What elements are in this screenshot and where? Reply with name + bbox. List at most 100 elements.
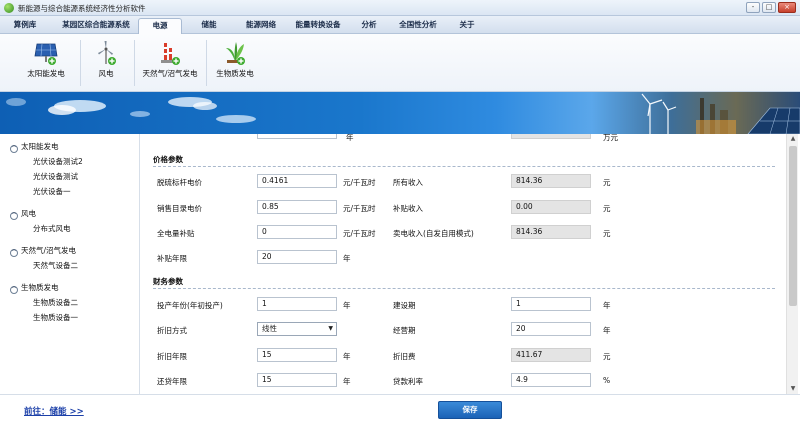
collapse-toggle-icon[interactable]: ^ bbox=[10, 145, 18, 153]
depr-years-unit: 年 bbox=[343, 352, 351, 361]
tree-item-pv-device1[interactable]: 光伏设备一 bbox=[33, 186, 71, 197]
depr-method-label: 折旧方式 bbox=[157, 326, 187, 335]
subsidy-years-label: 补贴年限 bbox=[157, 254, 187, 263]
depr-cost-unit: 元 bbox=[603, 352, 611, 361]
scroll-up-icon[interactable]: ▲ bbox=[789, 135, 797, 143]
subsidy-years-unit: 年 bbox=[343, 254, 351, 263]
section-divider bbox=[153, 166, 775, 167]
total-income-field: 814.36 bbox=[511, 174, 591, 188]
scroll-down-icon[interactable]: ▼ bbox=[789, 385, 797, 393]
collapse-toggle-icon[interactable]: ^ bbox=[10, 249, 18, 257]
subsidy-income-label: 补贴收入 bbox=[393, 204, 423, 213]
ribbon-toolbar: 太阳能发电 风电 天然气/沼气发电 生物质发电 bbox=[0, 34, 800, 92]
tab-energy-network[interactable]: 能源网络 bbox=[236, 18, 286, 34]
gas-power-button[interactable]: 天然气/沼气发电 bbox=[138, 38, 202, 88]
tree-item-gas-device2[interactable]: 天然气设备二 bbox=[33, 260, 78, 271]
section-divider bbox=[153, 288, 775, 289]
tree-item-pv-test[interactable]: 光伏设备测试 bbox=[33, 171, 78, 182]
total-income-label: 所有收入 bbox=[393, 178, 423, 187]
oper-period-unit: 年 bbox=[603, 326, 611, 335]
close-button[interactable]: × bbox=[778, 2, 796, 13]
gas-power-label: 天然气/沼气发电 bbox=[142, 69, 198, 78]
tree-group-label: 天然气/沼气发电 bbox=[21, 246, 77, 255]
loan-years-label: 还贷年限 bbox=[157, 377, 187, 386]
wind-power-button[interactable]: 风电 bbox=[84, 38, 128, 88]
scrollbar-thumb[interactable] bbox=[789, 146, 797, 306]
loan-rate-label: 贷款利率 bbox=[393, 377, 423, 386]
tab-about[interactable]: 关于 bbox=[452, 18, 482, 34]
depr-method-select[interactable]: 线性 ▼ bbox=[257, 322, 337, 336]
dropdown-arrow-icon: ▼ bbox=[328, 325, 333, 332]
tab-national-analysis[interactable]: 全国性分析 bbox=[392, 18, 444, 34]
tree-item-biomass-device1[interactable]: 生物质设备一 bbox=[33, 312, 78, 323]
tab-case-library[interactable]: 算例库 bbox=[6, 18, 44, 34]
collapse-toggle-icon[interactable]: ^ bbox=[10, 212, 18, 220]
subsidy-years-input[interactable]: 20 bbox=[257, 250, 337, 264]
tree-group-label: 生物质发电 bbox=[21, 283, 59, 292]
loan-years-unit: 年 bbox=[343, 377, 351, 386]
oper-period-input[interactable]: 20 bbox=[511, 322, 591, 336]
depr-cost-label: 折旧费 bbox=[393, 352, 416, 361]
sale-price-label: 销售目录电价 bbox=[157, 204, 202, 213]
banner-artwork bbox=[6, 93, 800, 134]
ribbon-separator bbox=[134, 40, 135, 86]
tab-conversion-equipment[interactable]: 能量转换设备 bbox=[288, 18, 348, 34]
tab-park-system[interactable]: 某园区综合能源系统 bbox=[56, 18, 136, 34]
partial-input-field[interactable] bbox=[257, 134, 337, 139]
wind-turbine-icon bbox=[94, 40, 118, 66]
finance-section-title: 财务参数 bbox=[153, 277, 183, 286]
coal-price-unit: 元/千瓦时 bbox=[343, 178, 376, 187]
tab-analysis[interactable]: 分析 bbox=[354, 18, 384, 34]
tree-group-gas[interactable]: ^ 天然气/沼气发电 bbox=[10, 245, 76, 257]
subsidy-input[interactable]: 0 bbox=[257, 225, 337, 239]
start-year-input[interactable]: 1 bbox=[257, 297, 337, 311]
build-period-input[interactable]: 1 bbox=[511, 297, 591, 311]
menu-tabs: 算例库 某园区综合能源系统 电源 储能 能源网络 能量转换设备 分析 全国性分析… bbox=[0, 16, 800, 34]
loan-rate-input[interactable]: 4.9 bbox=[511, 373, 591, 387]
solar-power-label: 太阳能发电 bbox=[27, 69, 65, 78]
tree-group-biomass[interactable]: ^ 生物质发电 bbox=[10, 282, 59, 294]
wind-power-label: 风电 bbox=[98, 69, 114, 78]
tree-item-biomass-device2[interactable]: 生物质设备二 bbox=[33, 297, 78, 308]
build-period-label: 建设期 bbox=[393, 301, 416, 310]
subsidy-income-unit: 元 bbox=[603, 204, 611, 213]
depr-years-input[interactable]: 15 bbox=[257, 348, 337, 362]
loan-years-input[interactable]: 15 bbox=[257, 373, 337, 387]
solar-power-button[interactable]: 太阳能发电 bbox=[18, 38, 74, 88]
biomass-power-label: 生物质发电 bbox=[216, 69, 254, 78]
total-income-unit: 元 bbox=[603, 178, 611, 187]
sale-income-field: 814.36 bbox=[511, 225, 591, 239]
subsidy-income-field: 0.00 bbox=[511, 200, 591, 214]
ribbon-separator bbox=[80, 40, 81, 86]
footer-bar: 前往：储能 >> 保存 bbox=[0, 394, 800, 428]
app-logo-icon bbox=[4, 3, 14, 13]
depr-years-label: 折旧年限 bbox=[157, 352, 187, 361]
tree-group-wind[interactable]: ^ 风电 bbox=[10, 208, 36, 220]
biomass-plant-icon bbox=[223, 40, 247, 66]
sale-price-input[interactable]: 0.85 bbox=[257, 200, 337, 214]
solar-panel-icon bbox=[34, 40, 58, 66]
tree-item-pv-test2[interactable]: 光伏设备测试2 bbox=[33, 156, 83, 167]
vertical-scrollbar[interactable]: ▲ ▼ bbox=[786, 134, 798, 394]
save-button[interactable]: 保存 bbox=[438, 401, 502, 419]
minimize-button[interactable]: - bbox=[746, 2, 760, 13]
title-bar: 新能源与综合能源系统经济性分析软件 - □ × bbox=[0, 0, 800, 16]
start-year-label: 投产年份(年初投产) bbox=[157, 301, 223, 310]
biomass-power-button[interactable]: 生物质发电 bbox=[210, 38, 260, 88]
subsidy-unit: 元/千瓦时 bbox=[343, 229, 376, 238]
oper-period-label: 经营期 bbox=[393, 326, 416, 335]
tree-group-label: 太阳能发电 bbox=[21, 142, 59, 151]
tab-storage[interactable]: 储能 bbox=[194, 18, 224, 34]
tab-power-source[interactable]: 电源 bbox=[138, 18, 182, 34]
goto-storage-link[interactable]: 前往：储能 >> bbox=[24, 405, 84, 417]
maximize-button[interactable]: □ bbox=[762, 2, 776, 13]
sale-income-label: 卖电收入(自发自用模式) bbox=[393, 229, 474, 238]
sale-price-unit: 元/千瓦时 bbox=[343, 204, 376, 213]
collapse-toggle-icon[interactable]: ^ bbox=[10, 286, 18, 294]
tree-group-solar[interactable]: ^ 太阳能发电 bbox=[10, 141, 59, 153]
price-section-title: 价格参数 bbox=[153, 155, 183, 164]
window-controls: - □ × bbox=[746, 2, 796, 13]
tree-item-distributed-wind[interactable]: 分布式风电 bbox=[33, 223, 71, 234]
coal-price-input[interactable]: 0.4161 bbox=[257, 174, 337, 188]
gas-plant-icon bbox=[158, 40, 182, 66]
